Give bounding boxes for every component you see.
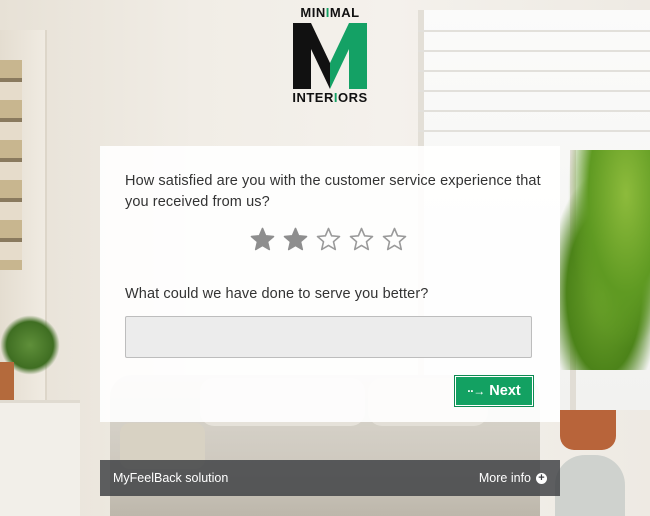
star-outline-icon[interactable] — [316, 227, 341, 252]
improvement-answer-input[interactable] — [125, 316, 532, 358]
star-rating[interactable] — [250, 227, 407, 252]
star-filled-icon[interactable] — [283, 227, 308, 252]
survey-footer: MyFeelBack solution More info + — [100, 460, 560, 496]
star-outline-icon[interactable] — [382, 227, 407, 252]
star-outline-icon[interactable] — [349, 227, 374, 252]
plus-circle-icon: + — [536, 472, 547, 484]
survey-card: How satisfied are you with the customer … — [100, 146, 560, 422]
next-button[interactable]: ··→ Next — [454, 375, 534, 407]
star-filled-icon[interactable] — [250, 227, 275, 252]
logo-m-mark — [293, 23, 367, 89]
logo-wordmark-top: MINIMAL — [300, 5, 360, 20]
brand-logo: MINIMAL INTERIORS — [290, 6, 370, 110]
next-button-label: Next — [489, 383, 521, 399]
question-improvement: What could we have done to serve you bet… — [125, 286, 429, 302]
question-satisfaction: How satisfied are you with the customer … — [125, 173, 541, 210]
footer-brand-text: MyFeelBack solution — [113, 471, 229, 485]
logo-wordmark-bottom: INTERIORS — [292, 90, 368, 105]
more-info-link[interactable]: More info + — [479, 471, 547, 485]
more-info-label: More info — [478, 471, 531, 485]
arrow-right-icon: ··→ — [467, 384, 485, 398]
